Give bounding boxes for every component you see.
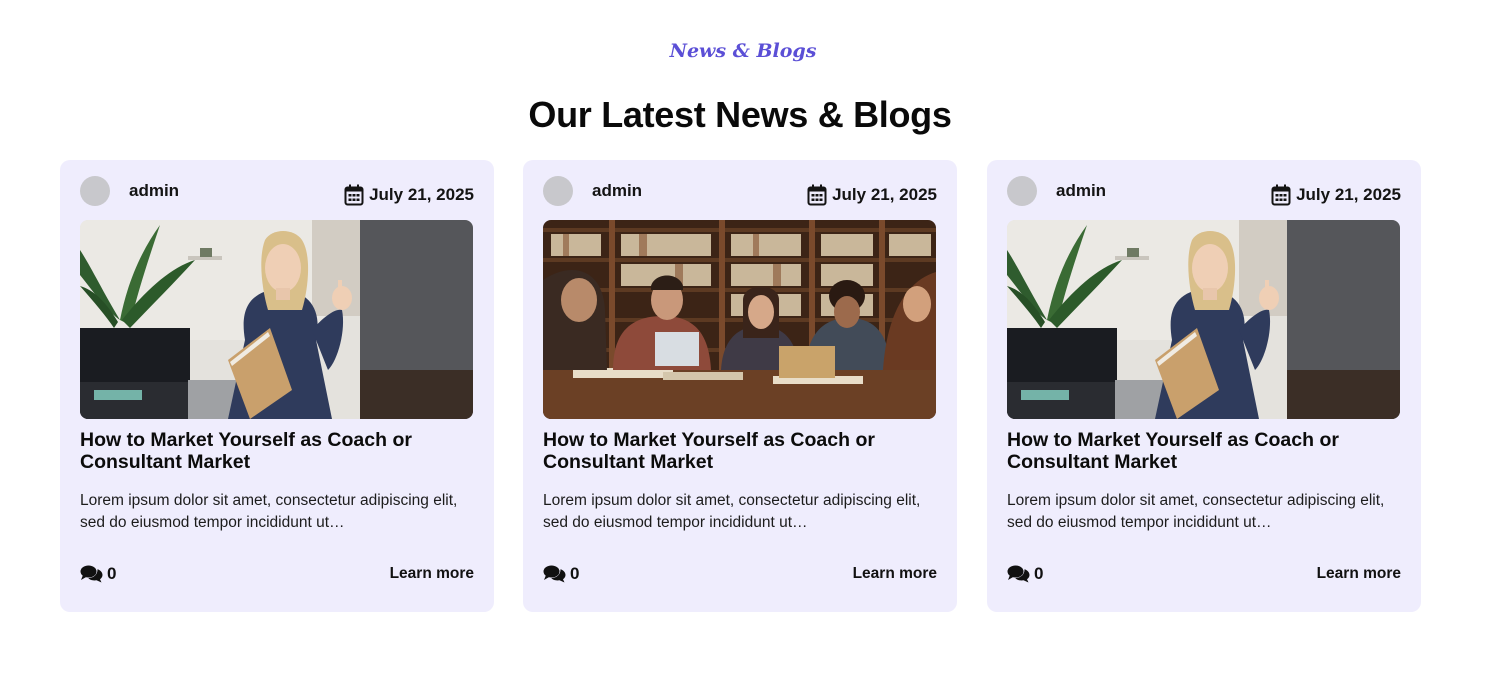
woman-with-notebook-photo — [80, 220, 473, 419]
calendar-icon — [344, 184, 364, 206]
post-excerpt: Lorem ipsum dolor sit amet, consectetur … — [1007, 492, 1385, 531]
learn-more-link[interactable]: Learn more — [390, 565, 474, 583]
comment-count-value: 0 — [1034, 564, 1044, 583]
comment-count-value: 0 — [570, 564, 580, 583]
calendar-icon — [807, 184, 827, 206]
learn-more-link[interactable]: Learn more — [1317, 565, 1401, 583]
author-avatar — [1007, 176, 1037, 206]
post-date: July 21, 2025 — [1271, 184, 1401, 206]
post-date-text: July 21, 2025 — [369, 185, 474, 204]
post-title[interactable]: How to Market Yourself as Coach or Consu… — [1007, 429, 1387, 473]
comments-count[interactable]: 0 — [80, 564, 116, 584]
post-date-text: July 21, 2025 — [832, 185, 937, 204]
post-date: July 21, 2025 — [344, 184, 474, 206]
blog-card: admin July 21, 2025 How to Market Yourse… — [523, 160, 957, 612]
post-title[interactable]: How to Market Yourself as Coach or Consu… — [80, 429, 460, 473]
blog-card: admin July 21, 2025 How to Market Yourse… — [60, 160, 494, 612]
comments-icon — [80, 565, 103, 583]
woman-with-notebook-photo — [1007, 220, 1400, 419]
blog-card: admin July 21, 2025 How to Market Yourse… — [987, 160, 1421, 612]
learn-more-link[interactable]: Learn more — [853, 565, 937, 583]
post-thumbnail[interactable] — [80, 220, 473, 419]
comments-icon — [1007, 565, 1030, 583]
post-thumbnail[interactable] — [1007, 220, 1400, 419]
section-heading: Our Latest News & Blogs — [528, 94, 952, 135]
author-name[interactable]: admin — [129, 181, 179, 201]
author-name[interactable]: admin — [1056, 181, 1106, 201]
author-name[interactable]: admin — [592, 181, 642, 201]
post-date-text: July 21, 2025 — [1296, 185, 1401, 204]
author-avatar — [80, 176, 110, 206]
post-date: July 21, 2025 — [807, 184, 937, 206]
comments-count[interactable]: 0 — [1007, 564, 1043, 584]
post-excerpt: Lorem ipsum dolor sit amet, consectetur … — [543, 492, 921, 531]
comment-count-value: 0 — [107, 564, 117, 583]
author-avatar — [543, 176, 573, 206]
news-blogs-section: News & Blogs Our Latest News & Blogs adm… — [0, 0, 1504, 690]
comments-count[interactable]: 0 — [543, 564, 579, 584]
post-title[interactable]: How to Market Yourself as Coach or Consu… — [543, 429, 923, 473]
post-excerpt: Lorem ipsum dolor sit amet, consectetur … — [80, 492, 458, 531]
students-in-library-photo — [543, 220, 936, 419]
section-eyebrow: News & Blogs — [669, 40, 817, 62]
comments-icon — [543, 565, 566, 583]
post-thumbnail[interactable] — [543, 220, 936, 419]
calendar-icon — [1271, 184, 1291, 206]
